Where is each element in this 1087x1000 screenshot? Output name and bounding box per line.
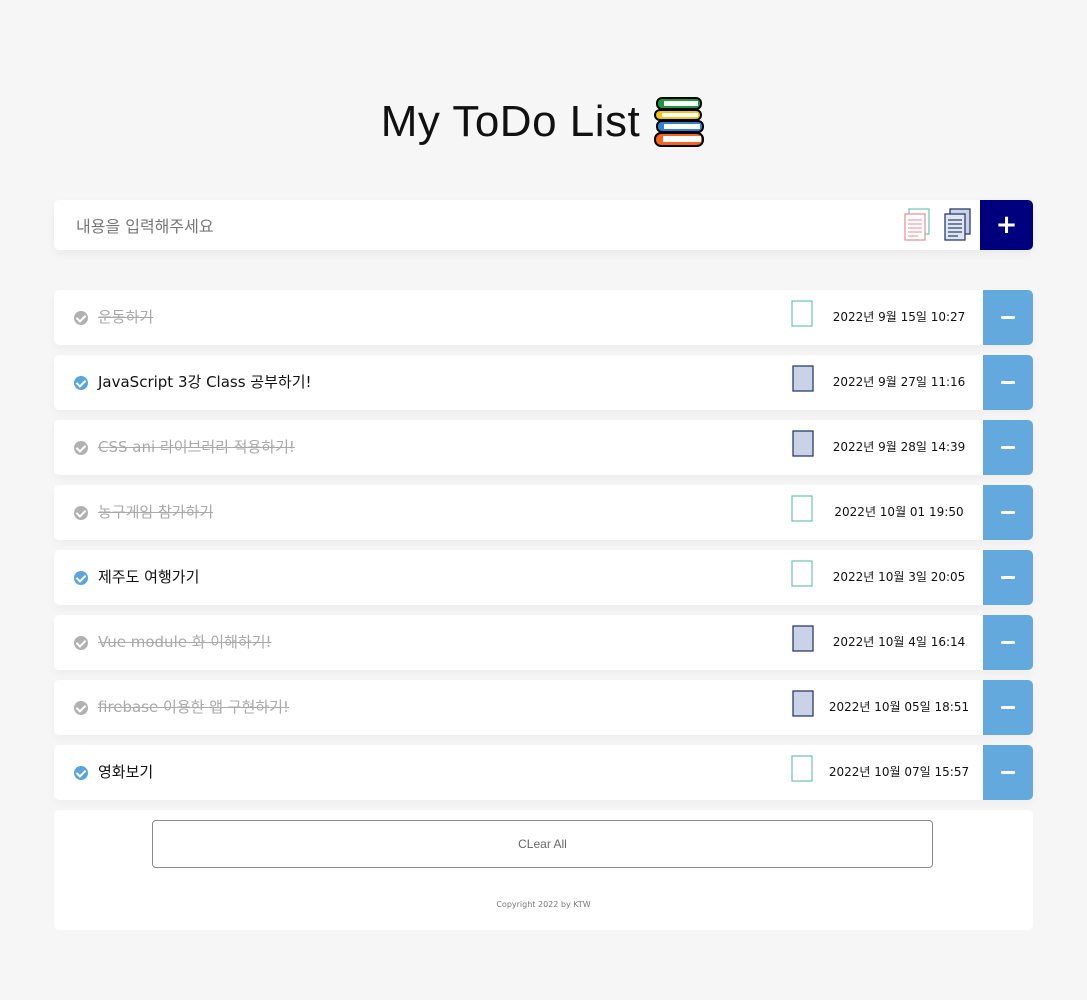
todo-text[interactable]: JavaScript 3강 Class 공부하기! <box>98 355 312 410</box>
document-blue-icon <box>792 365 814 392</box>
todo-item: 제주도 여행가기 2022년 10월 3일 20:05 <box>54 550 1033 605</box>
todo-date: 2022년 10월 3일 20:05 <box>832 570 966 584</box>
check-icon[interactable] <box>74 311 88 325</box>
document-outline-icon <box>791 755 813 782</box>
check-icon[interactable] <box>74 376 88 390</box>
todo-text[interactable]: 운동하기 <box>98 290 153 345</box>
todo-item: firebase 이용한 앱 구현하기! 2022년 10월 05일 18:51 <box>54 680 1033 735</box>
todo-text[interactable]: CSS ani 라이브러리 적용하기! <box>98 420 295 475</box>
clear-all-button[interactable]: CLear All <box>152 820 933 868</box>
delete-button[interactable] <box>983 290 1033 345</box>
document-blue-icon <box>792 625 814 652</box>
todo-date: 2022년 9월 27일 11:16 <box>832 375 966 389</box>
todo-date: 2022년 9월 28일 14:39 <box>832 440 966 454</box>
todo-input-bar: + <box>54 200 1033 252</box>
document-outline-icon <box>791 495 813 522</box>
todo-item: 영화보기 2022년 10월 07일 15:57 <box>54 745 1033 800</box>
check-icon[interactable] <box>74 506 88 520</box>
check-icon[interactable] <box>74 571 88 585</box>
delete-button[interactable] <box>983 420 1033 475</box>
todo-item: JavaScript 3강 Class 공부하기! 2022년 9월 27일 1… <box>54 355 1033 410</box>
books-icon <box>654 97 705 147</box>
page-title-text: My ToDo List <box>380 97 641 146</box>
document-outline-icon <box>791 300 813 327</box>
todo-date: 2022년 10월 4일 16:14 <box>832 635 966 649</box>
todo-text[interactable]: 영화보기 <box>98 745 153 800</box>
add-button[interactable]: + <box>980 200 1033 250</box>
todo-date: 2022년 10월 05일 18:51 <box>828 700 970 714</box>
todo-item: 농구게임 참가하기 2022년 10월 01 19:50 <box>54 485 1033 540</box>
todo-text[interactable]: Vue module 화 이해하기! <box>98 615 272 670</box>
document-blue-icon[interactable] <box>942 208 972 242</box>
todo-text[interactable]: 제주도 여행가기 <box>98 550 199 605</box>
todo-item: CSS ani 라이브러리 적용하기! 2022년 9월 28일 14:39 <box>54 420 1033 475</box>
document-blue-icon <box>792 430 814 457</box>
delete-button[interactable] <box>983 355 1033 410</box>
check-icon[interactable] <box>74 441 88 455</box>
check-icon[interactable] <box>74 766 88 780</box>
todo-input[interactable] <box>74 200 878 252</box>
todo-item: Vue module 화 이해하기! 2022년 10월 4일 16:14 <box>54 615 1033 670</box>
todo-date: 2022년 10월 01 19:50 <box>834 505 964 519</box>
todo-text[interactable]: firebase 이용한 앱 구현하기! <box>98 680 289 735</box>
footer: CLear All Copyright 2022 by KTW <box>54 810 1033 930</box>
delete-button[interactable] <box>983 550 1033 605</box>
check-icon[interactable] <box>74 701 88 715</box>
todo-date: 2022년 10월 07일 15:57 <box>828 765 970 779</box>
page-title: My ToDo List <box>0 96 1087 148</box>
todo-item: 운동하기 2022년 9월 15일 10:27 <box>54 290 1033 345</box>
todo-list: 운동하기 2022년 9월 15일 10:27 JavaScript 3강 Cla… <box>54 290 1033 810</box>
document-blue-icon <box>792 690 814 717</box>
copyright-text: Copyright 2022 by KTW <box>496 900 591 909</box>
todo-date: 2022년 9월 15일 10:27 <box>832 310 966 324</box>
delete-button[interactable] <box>983 485 1033 540</box>
delete-button[interactable] <box>983 745 1033 800</box>
delete-button[interactable] <box>983 615 1033 670</box>
document-outline-icon[interactable] <box>902 208 932 242</box>
check-icon[interactable] <box>74 636 88 650</box>
todo-text[interactable]: 농구게임 참가하기 <box>98 485 213 540</box>
delete-button[interactable] <box>983 680 1033 735</box>
document-outline-icon <box>791 560 813 587</box>
